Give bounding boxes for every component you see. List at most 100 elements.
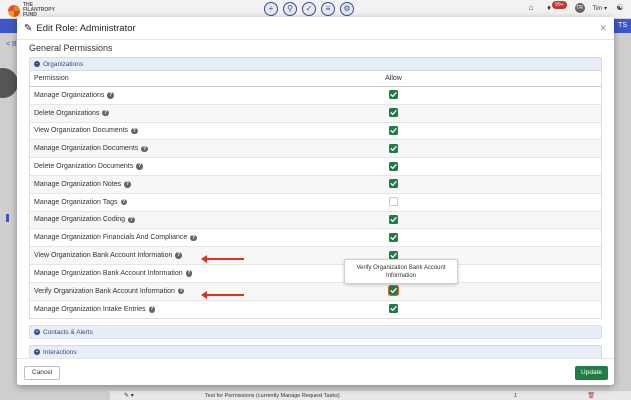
permission-cell: Delete Organization Documents? [30, 163, 370, 170]
home-icon[interactable]: ⌂ [526, 3, 536, 13]
permission-label: Manage Organization Documents [34, 145, 139, 153]
cancel-button[interactable]: Cancel [24, 366, 61, 380]
permission-label: Delete Organizations [34, 109, 100, 117]
allow-checkbox[interactable] [389, 232, 398, 242]
permission-cell: View Organization Bank Account Informati… [30, 252, 370, 259]
allow-cell [370, 179, 417, 189]
allow-cell [370, 284, 417, 297]
back-link[interactable]: < B [6, 41, 17, 48]
add-icon[interactable]: + [264, 2, 278, 16]
help-icon[interactable]: ? [190, 234, 197, 242]
help-icon[interactable]: ? [102, 109, 109, 117]
table-row: Manage Organizations? [30, 87, 601, 105]
avatar[interactable]: TR [574, 3, 585, 13]
allow-checkbox[interactable] [389, 179, 398, 189]
help-icon[interactable]: ? [107, 92, 114, 99]
help-icon[interactable]: ? [120, 198, 128, 206]
logo-mark-icon [8, 4, 20, 17]
table-row: View Organization Bank Account Informati… [30, 247, 601, 265]
user-menu[interactable]: Tim ▾ [593, 5, 607, 12]
profile-image [0, 68, 18, 98]
allow-cell [370, 90, 417, 100]
permission-cell: Verify Organization Bank Account Informa… [30, 288, 370, 295]
allow-checkbox[interactable] [389, 304, 398, 314]
permission-cell: Manage Organization Coding? [30, 216, 370, 223]
tasks-icon[interactable]: ✓ [302, 2, 316, 16]
role-description: Test for Permissions (currently Manage R… [205, 393, 340, 399]
permission-label: Manage Organization Notes [34, 180, 122, 188]
expand-icon: + [34, 349, 40, 356]
search-icon[interactable]: ⚲ [283, 2, 297, 16]
table-row: Manage Organization Documents? [30, 140, 601, 159]
section-title: General Permissions [29, 43, 113, 53]
permission-cell: Manage Organization Bank Account Informa… [30, 270, 370, 277]
column-header-allow: Allow [385, 75, 402, 82]
expand-icon: + [34, 329, 40, 336]
help-icon[interactable]: ? [177, 287, 185, 295]
permission-cell: Manage Organization Notes? [30, 181, 370, 188]
help-icon[interactable]: ? [128, 216, 135, 224]
help-icon[interactable]: ? [136, 163, 143, 170]
help-icon[interactable]: ? [131, 127, 138, 135]
table-row: Manage Organization Bank Account Informa… [30, 265, 601, 283]
app-logo[interactable]: THE FILANTROPY FUND [8, 3, 55, 18]
help-icon[interactable]: ? [124, 181, 131, 188]
nav-bar-text: TS [618, 22, 627, 29]
allow-checkbox[interactable] [389, 214, 398, 224]
close-icon[interactable]: ✕ [599, 23, 607, 33]
edit-icon[interactable]: ✎ ▾ [124, 392, 134, 399]
permission-cell: Manage Organizations? [30, 92, 370, 99]
allow-cell [370, 143, 417, 154]
list-icon[interactable]: ≡ [321, 2, 335, 16]
allow-cell [370, 304, 417, 314]
permission-label: Manage Organizations [34, 91, 105, 99]
permission-label: Delete Organization Documents [34, 163, 134, 171]
permission-cell: Manage Organization Financials And Compl… [30, 234, 370, 241]
annotation-arrow [201, 255, 244, 263]
header-quick-actions: + ⚲ ✓ ≡ ⚙ [264, 2, 354, 16]
group-name: Organizations [43, 60, 84, 68]
modal-header: ✎ Edit Role: Administrator ✕ [17, 17, 614, 40]
group-header-organizations[interactable]: − Organizations [29, 57, 602, 71]
help-icon[interactable]: ? [175, 252, 182, 259]
allow-checkbox[interactable] [389, 143, 398, 153]
group-header-interactions[interactable]: + Interactions [29, 345, 602, 358]
help-icon[interactable]: ? [185, 270, 193, 277]
permission-cell: Manage Organization Tags? [30, 199, 370, 206]
table-row: Delete Organizations? [30, 104, 601, 123]
allow-checkbox[interactable] [389, 125, 398, 135]
allow-cell [370, 214, 417, 225]
modal-title-text: Edit Role: Administrator [36, 23, 136, 34]
allow-checkbox[interactable] [389, 90, 398, 100]
delete-icon[interactable]: 🗑 [587, 392, 595, 399]
permission-label: Manage Organization Bank Account Informa… [34, 269, 183, 277]
permissions-table: Permission Allow Manage Organizations? De… [29, 71, 602, 320]
permissions-scroll-area[interactable]: − Organizations Permission Allow Manage … [29, 57, 602, 358]
group-header-contacts-alerts[interactable]: + Contacts & Alerts [29, 325, 602, 340]
permission-cell: Manage Organization Documents? [30, 145, 370, 152]
database-icon[interactable]: ☯ [615, 3, 625, 13]
permission-label: View Organization Documents [34, 127, 129, 135]
allow-checkbox[interactable] [389, 108, 398, 118]
allow-cell [370, 125, 417, 136]
allow-checkbox[interactable] [387, 284, 400, 297]
table-row: Manage Organization Financials And Compl… [30, 229, 601, 248]
tooltip: Verify Organization Bank Account Informa… [344, 259, 458, 284]
role-count: 1 [514, 393, 518, 399]
permission-cell: Manage Organization Intake Entries? [30, 306, 370, 313]
group-name: Contacts & Alerts [43, 328, 93, 336]
allow-checkbox[interactable] [389, 196, 398, 206]
group-name: Interactions [43, 348, 77, 356]
allow-checkbox[interactable] [389, 161, 398, 171]
permission-label: Manage Organization Coding [34, 216, 126, 224]
edit-role-modal: ✎ Edit Role: Administrator ✕ General Per… [17, 17, 614, 385]
column-header-permission: Permission [34, 75, 69, 82]
table-row: View Organization Documents? [30, 123, 601, 141]
help-icon[interactable]: ? [141, 145, 148, 153]
active-indicator [6, 214, 9, 222]
settings-icon[interactable]: ⚙ [340, 2, 354, 16]
help-icon[interactable]: ? [148, 306, 156, 313]
user-name: Tim [592, 5, 603, 12]
update-button[interactable]: Update [575, 366, 608, 380]
modal-title: ✎ Edit Role: Administrator [24, 23, 136, 34]
